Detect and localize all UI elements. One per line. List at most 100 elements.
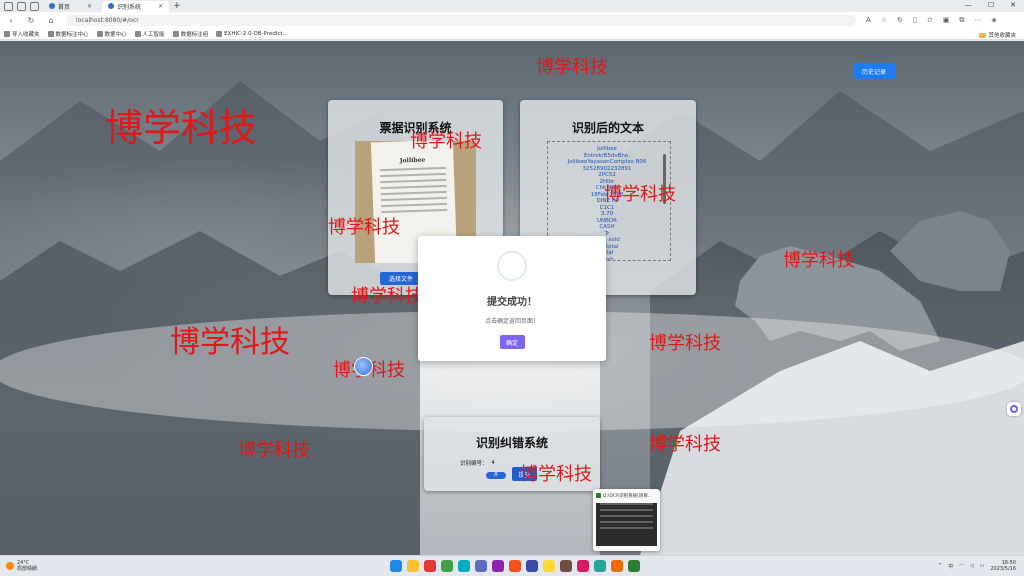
- favorite-star-icon[interactable]: ☆: [881, 16, 887, 25]
- preview-title: D:\OCR识别系统\项目...: [593, 489, 660, 499]
- bookmark-icon: [96, 30, 103, 37]
- folder-icon[interactable]: [492, 560, 504, 572]
- other-bookmarks[interactable]: 其他收藏夹: [979, 31, 1016, 39]
- bookmark-icon: [216, 30, 223, 37]
- ok-button[interactable]: 确定: [499, 335, 525, 349]
- read-aloud-icon[interactable]: A: [866, 16, 871, 25]
- app-icon[interactable]: [543, 560, 555, 572]
- text-panel-title: 识别后的文本: [571, 121, 644, 135]
- bookmark-item[interactable]: 人工智能: [134, 30, 165, 38]
- bookmark-item[interactable]: EXHIC-2.0-DB-Predict...: [216, 30, 288, 37]
- app-icon[interactable]: [526, 560, 538, 572]
- vertical-tabs-icon[interactable]: [30, 1, 39, 11]
- app-icon[interactable]: [560, 560, 572, 572]
- watermark: 博学科技: [649, 434, 721, 455]
- watermark: 博学科技: [410, 131, 482, 152]
- bookmark-item[interactable]: 导入收藏夹: [4, 30, 40, 38]
- tray-chevron-icon[interactable]: ^: [938, 563, 942, 569]
- github-icon: [172, 30, 179, 37]
- correction-panel-title: 识别纠错系统: [475, 436, 548, 450]
- receipt-text-line: [380, 184, 447, 190]
- app-icon[interactable]: [594, 560, 606, 572]
- bookmark-item[interactable]: 数据中心: [96, 30, 127, 38]
- start-icon[interactable]: [390, 560, 402, 572]
- receipt-text-line: [381, 202, 448, 208]
- refresh-page-icon[interactable]: ↻: [897, 16, 903, 25]
- wifi-icon[interactable]: ◠: [959, 563, 963, 569]
- bookmark-item[interactable]: 数据标注组: [172, 30, 208, 38]
- bookmark-icon: [4, 30, 10, 37]
- receipt-logo: Jollibee: [399, 156, 426, 165]
- browser-icon[interactable]: [458, 560, 470, 572]
- copilot-icon[interactable]: ◈: [991, 16, 996, 25]
- terminal-icon[interactable]: [628, 560, 640, 572]
- receipt-text-line: [380, 178, 447, 184]
- watermark: 博学科技: [520, 464, 592, 485]
- bookmark-item[interactable]: 数据标注中心: [47, 30, 89, 38]
- url-text: localhost:8080/#/ocr: [76, 16, 139, 24]
- history-button[interactable]: 历史记录: [853, 63, 895, 79]
- watermark: 博学科技: [604, 184, 676, 205]
- page-viewport: 历史记录 票据识别系统 Jollibee 选择文件 识别后的文本 Jollibe…: [0, 41, 1024, 555]
- close-tab-icon[interactable]: ✕: [87, 3, 92, 10]
- tab-favicon-icon: [108, 3, 115, 9]
- weather-widget[interactable]: 24°C 局部晴朗: [6, 560, 37, 572]
- split-screen-icon[interactable]: ▯: [913, 16, 917, 25]
- search-icon[interactable]: [407, 560, 419, 572]
- assistant-avatar[interactable]: [354, 357, 373, 376]
- weather-desc: 局部晴朗: [17, 566, 38, 572]
- preview-line: [600, 503, 653, 505]
- close-tab-icon[interactable]: ✕: [158, 3, 163, 10]
- volume-icon[interactable]: ◁: [970, 563, 974, 569]
- watermark: 博学科技: [170, 325, 290, 360]
- choose-file-button[interactable]: 选择文件: [380, 272, 422, 285]
- address-bar: ‹ ↻ ⌂ localhost:8080/#/ocr A ☆ ↻ ▯ ✩ ▣ ⧉…: [0, 12, 1024, 28]
- dialog-title: 提交成功！: [487, 297, 537, 308]
- watermark: 博学科技: [536, 57, 608, 78]
- taskbar-window-preview[interactable]: D:\OCR识别系统\项目...: [593, 489, 660, 551]
- app-icon[interactable]: [509, 560, 521, 572]
- receipt-text-line: [381, 208, 448, 214]
- close-window-icon[interactable]: ✕: [1010, 1, 1016, 9]
- tab-actions-icon[interactable]: [17, 1, 26, 11]
- edge-icon[interactable]: [475, 560, 487, 572]
- app-icon[interactable]: [611, 560, 623, 572]
- tab-home[interactable]: 首页 ✕: [43, 1, 98, 12]
- new-tab-button[interactable]: +: [173, 1, 181, 11]
- refresh-icon[interactable]: ↻: [26, 16, 36, 25]
- preview-line: [600, 509, 653, 511]
- tab-ocr[interactable]: 识别系统 ✕: [102, 0, 170, 12]
- receipt-text-line: [380, 196, 447, 202]
- collections-icon[interactable]: ▣: [943, 16, 950, 25]
- recognition-id-input[interactable]: [491, 459, 508, 467]
- maximize-icon[interactable]: ☐: [988, 1, 994, 9]
- success-icon: [497, 251, 527, 281]
- back-icon[interactable]: ‹: [6, 16, 16, 25]
- preview-line: [600, 521, 653, 523]
- tab-label: 识别系统: [117, 3, 142, 11]
- windows-taskbar: 24°C 局部晴朗 ^ 中 ◠ ◁ ▭ 18:50 2023/5/16: [0, 555, 1024, 576]
- extensions-icon[interactable]: ⧉: [959, 16, 964, 25]
- receipt-text-line: [380, 190, 447, 196]
- window-controls: — ☐ ✕: [965, 1, 1016, 9]
- more-icon[interactable]: ⋯: [974, 16, 981, 25]
- tab-favicon-icon: [49, 3, 55, 9]
- url-input[interactable]: localhost:8080/#/ocr: [66, 14, 856, 26]
- watermark: 博学科技: [238, 440, 310, 461]
- clock[interactable]: 18:50 2023/5/16: [990, 560, 1016, 572]
- battery-icon[interactable]: ▭: [980, 563, 985, 569]
- app-icon[interactable]: [577, 560, 589, 572]
- system-tray: ^ 中 ◠ ◁ ▭ 18:50 2023/5/16: [938, 560, 1016, 572]
- sidebar-tool-icon[interactable]: [1007, 402, 1021, 416]
- minimize-icon[interactable]: —: [965, 1, 972, 9]
- favorites-icon[interactable]: ✩: [927, 16, 933, 25]
- correction-toggle[interactable]: 开: [486, 472, 506, 479]
- bookmarks-bar: 导入收藏夹 数据标注中心 数据中心 人工智能 数据标注组 EXHIC-2.0-D…: [0, 28, 1024, 40]
- recognized-text-line: JollibeeYayasanComplex B06: [567, 159, 647, 165]
- profile-icon[interactable]: [4, 1, 13, 11]
- ime-indicator[interactable]: 中: [948, 563, 953, 570]
- chrome-icon[interactable]: [441, 560, 453, 572]
- watermark: 博学科技: [328, 217, 400, 238]
- file-explorer-icon[interactable]: [424, 560, 436, 572]
- home-icon[interactable]: ⌂: [46, 16, 56, 25]
